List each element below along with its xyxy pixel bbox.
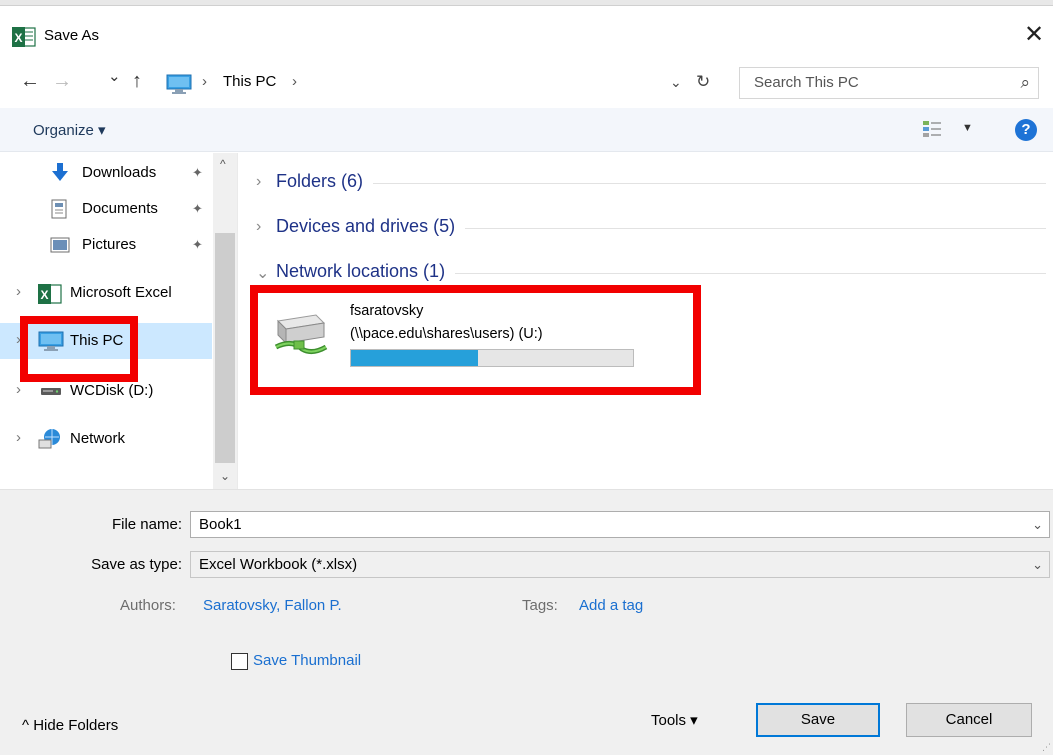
- window-title: Save As: [44, 27, 100, 44]
- hide-folders-button[interactable]: ^ Hide Folders: [22, 717, 118, 734]
- title-bar: X Save As ✕: [0, 6, 1053, 58]
- drive-icon: [41, 388, 61, 395]
- search-icon[interactable]: ⌕: [1020, 73, 1030, 93]
- sidebar-item-label: Network: [70, 430, 126, 447]
- address-bar[interactable]: › This PC › ⌄ ↻: [159, 67, 727, 99]
- resize-grip-icon[interactable]: ⋰: [1042, 742, 1051, 753]
- change-view-icon[interactable]: [922, 120, 942, 138]
- pin-icon[interactable]: ✦: [192, 237, 203, 253]
- group-label: Devices and drives (5): [276, 216, 466, 237]
- tools-dropdown[interactable]: Tools ▾: [651, 711, 698, 729]
- highlight-box-network-location: [250, 285, 701, 395]
- expand-chevron-icon[interactable]: ›: [256, 173, 261, 191]
- scroll-up-icon[interactable]: ^: [220, 157, 226, 171]
- scroll-down-icon[interactable]: ⌄: [220, 469, 230, 483]
- save-button[interactable]: Save: [756, 703, 880, 737]
- sidebar-item-network[interactable]: › Network: [0, 421, 212, 457]
- forward-arrow-icon[interactable]: →: [52, 70, 72, 93]
- svg-text:X: X: [41, 288, 49, 302]
- computer-icon: [166, 74, 192, 94]
- documents-icon: [51, 199, 67, 219]
- save-type-select[interactable]: Excel Workbook (*.xlsx) ⌄: [190, 551, 1050, 578]
- group-devices-and-drives[interactable]: › Devices and drives (5): [256, 214, 1046, 244]
- breadcrumb-separator: ›: [202, 73, 207, 90]
- group-folders[interactable]: › Folders (6): [256, 169, 1046, 199]
- recent-locations-chevron-icon[interactable]: ⌄: [108, 67, 121, 85]
- pin-icon[interactable]: ✦: [192, 165, 203, 181]
- file-name-dropdown-icon[interactable]: ⌄: [1032, 517, 1043, 533]
- expand-chevron-icon[interactable]: ›: [16, 429, 21, 446]
- pane-divider: [237, 153, 238, 489]
- close-icon[interactable]: ✕: [1024, 20, 1044, 49]
- collapse-chevron-icon[interactable]: ⌄: [256, 263, 269, 283]
- view-dropdown-icon[interactable]: ▼: [962, 122, 973, 134]
- up-arrow-icon[interactable]: ↑: [132, 70, 142, 93]
- sidebar-item-label: WCDisk (D:): [70, 382, 154, 399]
- sidebar-item-label: Pictures: [82, 236, 137, 253]
- highlight-box-this-pc: [20, 316, 138, 382]
- address-dropdown-icon[interactable]: ⌄: [670, 74, 682, 91]
- save-options-panel: File name: Book1 ⌄ Save as type: Excel W…: [0, 489, 1053, 755]
- cancel-button[interactable]: Cancel: [906, 703, 1032, 737]
- save-thumbnail-checkbox[interactable]: [231, 653, 248, 670]
- breadcrumb-separator[interactable]: ›: [292, 73, 297, 90]
- search-box[interactable]: Search This PC ⌕: [739, 67, 1039, 99]
- scroll-thumb[interactable]: [215, 233, 235, 463]
- expand-chevron-icon[interactable]: ›: [16, 381, 21, 398]
- pin-icon[interactable]: ✦: [192, 201, 203, 217]
- authors-label: Authors:: [120, 597, 176, 614]
- sidebar-item-downloads[interactable]: Downloads ✦: [0, 155, 212, 191]
- excel-app-icon: X: [12, 27, 36, 47]
- breadcrumb-this-pc[interactable]: This PC: [223, 73, 276, 90]
- group-label: Folders (6): [276, 171, 374, 192]
- file-name-label: File name:: [111, 516, 182, 533]
- save-type-label: Save as type:: [91, 556, 182, 573]
- downloads-icon: [52, 163, 68, 181]
- sidebar-item-label: Microsoft Excel: [70, 284, 172, 301]
- back-arrow-icon[interactable]: ←: [20, 70, 40, 93]
- sidebar-scrollbar[interactable]: ^ ⌄: [213, 153, 237, 489]
- excel-icon: X: [38, 284, 62, 304]
- sidebar-item-pictures[interactable]: Pictures ✦: [0, 227, 212, 263]
- save-type-value: Excel Workbook (*.xlsx): [199, 556, 358, 573]
- sidebar-item-label: Downloads: [82, 164, 157, 181]
- file-name-value: Book1: [199, 516, 242, 533]
- expand-chevron-icon[interactable]: ›: [16, 283, 21, 300]
- organize-button[interactable]: Organize ▾: [33, 121, 106, 139]
- group-divider-line: [276, 183, 1046, 184]
- refresh-icon[interactable]: ↻: [696, 72, 710, 92]
- group-label: Network locations (1): [276, 261, 456, 282]
- tags-value[interactable]: Add a tag: [579, 597, 643, 614]
- tags-label: Tags:: [522, 597, 558, 614]
- sidebar-item-documents[interactable]: Documents ✦: [0, 191, 212, 227]
- authors-value[interactable]: Saratovsky, Fallon P.: [203, 597, 342, 614]
- save-thumbnail-label[interactable]: Save Thumbnail: [253, 652, 361, 669]
- navigation-bar: ← → ⌄ ↑ › This PC › ⌄ ↻ Search This PC ⌕: [0, 58, 1053, 108]
- save-type-dropdown-icon[interactable]: ⌄: [1032, 557, 1043, 573]
- svg-text:X: X: [15, 31, 23, 45]
- sidebar-item-microsoft-excel[interactable]: › X Microsoft Excel: [0, 275, 212, 311]
- sidebar-item-label: Documents: [82, 200, 158, 217]
- command-bar: Organize ▾ ▼ ?: [0, 108, 1053, 152]
- pictures-icon: [50, 237, 70, 253]
- help-icon[interactable]: ?: [1015, 119, 1037, 141]
- search-placeholder: Search This PC: [754, 74, 859, 91]
- file-name-field[interactable]: Book1 ⌄: [190, 511, 1050, 538]
- network-icon: [38, 429, 60, 449]
- expand-chevron-icon[interactable]: ›: [256, 218, 261, 236]
